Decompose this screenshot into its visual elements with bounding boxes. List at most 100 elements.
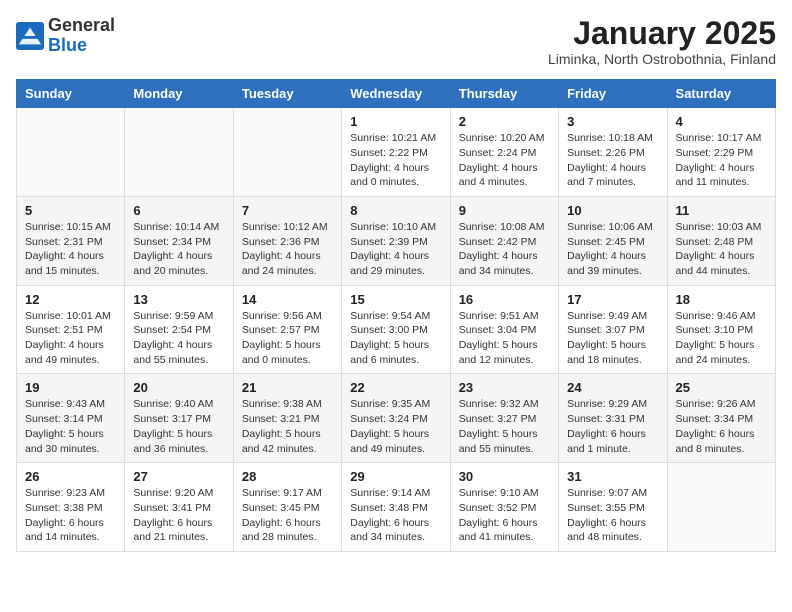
calendar-body: 1 Sunrise: 10:21 AM Sunset: 2:22 PM Dayli… (17, 108, 776, 552)
day-number: 19 (25, 380, 116, 395)
day-number: 17 (567, 292, 658, 307)
day-number: 7 (242, 203, 333, 218)
calendar-cell: 12 Sunrise: 10:01 AM Sunset: 2:51 PM Dayl… (17, 285, 125, 374)
day-number: 23 (459, 380, 550, 395)
week-row-5: 26 Sunrise: 9:23 AM Sunset: 3:38 PM Dayli… (17, 463, 776, 552)
day-info: Sunrise: 10:10 AM Sunset: 2:39 PM Daylig… (350, 220, 441, 279)
col-sunday: Sunday (17, 80, 125, 108)
calendar-cell: 21Sunrise: 9:38 AM Sunset: 3:21 PM Dayli… (233, 374, 341, 463)
day-info: Sunrise: 10:08 AM Sunset: 2:42 PM Daylig… (459, 220, 550, 279)
day-number: 26 (25, 469, 116, 484)
calendar-cell: 9 Sunrise: 10:08 AM Sunset: 2:42 PM Dayli… (450, 196, 558, 285)
day-info: Sunrise: 10:18 AM Sunset: 2:26 PM Daylig… (567, 131, 658, 190)
week-row-3: 12 Sunrise: 10:01 AM Sunset: 2:51 PM Dayl… (17, 285, 776, 374)
calendar-cell: 17 Sunrise: 9:49 AM Sunset: 3:07 PM Dayli… (559, 285, 667, 374)
day-number: 30 (459, 469, 550, 484)
day-number: 15 (350, 292, 441, 307)
col-monday: Monday (125, 80, 233, 108)
calendar-cell: 8 Sunrise: 10:10 AM Sunset: 2:39 PM Dayli… (342, 196, 450, 285)
day-number: 20 (133, 380, 224, 395)
day-info: Sunrise: 9:49 AM Sunset: 3:07 PM Dayligh… (567, 309, 658, 368)
day-info: Sunrise: 10:12 AM Sunset: 2:36 PM Daylig… (242, 220, 333, 279)
calendar-cell: 29 Sunrise: 9:14 AM Sunset: 3:48 PM Dayli… (342, 463, 450, 552)
calendar-cell: 31 Sunrise: 9:07 AM Sunset: 3:55 PM Dayli… (559, 463, 667, 552)
calendar-cell: 4 Sunrise: 10:17 AM Sunset: 2:29 PM Dayli… (667, 108, 775, 197)
calendar-cell: 22 Sunrise: 9:35 AM Sunset: 3:24 PM Dayli… (342, 374, 450, 463)
day-number: 18 (676, 292, 767, 307)
day-info: Sunrise: 10:01 AM Sunset: 2:51 PM Daylig… (25, 309, 116, 368)
month-title: January 2025 (548, 16, 776, 51)
day-info: Sunrise: 9:20 AM Sunset: 3:41 PM Dayligh… (133, 486, 224, 545)
logo: General Blue (16, 16, 115, 56)
header-row: Sunday Monday Tuesday Wednesday Thursday… (17, 80, 776, 108)
day-number: 27 (133, 469, 224, 484)
day-info: Sunrise: 9:29 AM Sunset: 3:31 PM Dayligh… (567, 397, 658, 456)
page-header: General Blue January 2025 Liminka, North… (16, 16, 776, 67)
calendar-cell (667, 463, 775, 552)
calendar-table: Sunday Monday Tuesday Wednesday Thursday… (16, 79, 776, 552)
day-number: 14 (242, 292, 333, 307)
day-number: 12 (25, 292, 116, 307)
day-number: 10 (567, 203, 658, 218)
day-info: Sunrise: 10:06 AM Sunset: 2:45 PM Daylig… (567, 220, 658, 279)
calendar-cell: 14 Sunrise: 9:56 AM Sunset: 2:57 PM Dayli… (233, 285, 341, 374)
logo-general: General (48, 15, 115, 35)
day-info: Sunrise: 9:23 AM Sunset: 3:38 PM Dayligh… (25, 486, 116, 545)
calendar-cell: 24 Sunrise: 9:29 AM Sunset: 3:31 PM Dayli… (559, 374, 667, 463)
day-info: Sunrise: 9:10 AM Sunset: 3:52 PM Dayligh… (459, 486, 550, 545)
calendar-cell (17, 108, 125, 197)
day-number: 31 (567, 469, 658, 484)
day-number: 1 (350, 114, 441, 129)
day-info: Sunrise: 10:17 AM Sunset: 2:29 PM Daylig… (676, 131, 767, 190)
day-info: Sunrise: 9:59 AM Sunset: 2:54 PM Dayligh… (133, 309, 224, 368)
calendar-cell: 2Sunrise: 10:20 AM Sunset: 2:24 PM Dayli… (450, 108, 558, 197)
calendar-cell: 30 Sunrise: 9:10 AM Sunset: 3:52 PM Dayli… (450, 463, 558, 552)
day-info: Sunrise: 9:14 AM Sunset: 3:48 PM Dayligh… (350, 486, 441, 545)
col-friday: Friday (559, 80, 667, 108)
day-number: 9 (459, 203, 550, 218)
day-number: 29 (350, 469, 441, 484)
day-info: Sunrise: 9:32 AM Sunset: 3:27 PM Dayligh… (459, 397, 550, 456)
calendar-cell: 26 Sunrise: 9:23 AM Sunset: 3:38 PM Dayli… (17, 463, 125, 552)
day-number: 22 (350, 380, 441, 395)
day-number: 11 (676, 203, 767, 218)
col-tuesday: Tuesday (233, 80, 341, 108)
calendar-cell: 11 Sunrise: 10:03 AM Sunset: 2:48 PM Dayl… (667, 196, 775, 285)
day-number: 24 (567, 380, 658, 395)
day-number: 8 (350, 203, 441, 218)
day-info: Sunrise: 9:40 AM Sunset: 3:17 PM Dayligh… (133, 397, 224, 456)
day-info: Sunrise: 9:38 AM Sunset: 3:21 PM Dayligh… (242, 397, 333, 456)
day-info: Sunrise: 10:03 AM Sunset: 2:48 PM Daylig… (676, 220, 767, 279)
calendar-cell: 27 Sunrise: 9:20 AM Sunset: 3:41 PM Dayli… (125, 463, 233, 552)
logo-text: General Blue (48, 16, 115, 56)
day-info: Sunrise: 9:35 AM Sunset: 3:24 PM Dayligh… (350, 397, 441, 456)
title-block: January 2025 Liminka, North Ostrobothnia… (548, 16, 776, 67)
day-info: Sunrise: 10:21 AM Sunset: 2:22 PM Daylig… (350, 131, 441, 190)
day-info: Sunrise: 9:07 AM Sunset: 3:55 PM Dayligh… (567, 486, 658, 545)
week-row-4: 19Sunrise: 9:43 AM Sunset: 3:14 PM Dayli… (17, 374, 776, 463)
day-info: Sunrise: 9:46 AM Sunset: 3:10 PM Dayligh… (676, 309, 767, 368)
day-number: 3 (567, 114, 658, 129)
calendar-cell (233, 108, 341, 197)
day-info: Sunrise: 9:56 AM Sunset: 2:57 PM Dayligh… (242, 309, 333, 368)
day-number: 16 (459, 292, 550, 307)
calendar-cell: 13Sunrise: 9:59 AM Sunset: 2:54 PM Dayli… (125, 285, 233, 374)
day-number: 28 (242, 469, 333, 484)
calendar-cell: 5Sunrise: 10:15 AM Sunset: 2:31 PM Dayli… (17, 196, 125, 285)
day-info: Sunrise: 9:26 AM Sunset: 3:34 PM Dayligh… (676, 397, 767, 456)
col-saturday: Saturday (667, 80, 775, 108)
calendar-cell: 10 Sunrise: 10:06 AM Sunset: 2:45 PM Dayl… (559, 196, 667, 285)
day-info: Sunrise: 9:54 AM Sunset: 3:00 PM Dayligh… (350, 309, 441, 368)
calendar-cell: 3 Sunrise: 10:18 AM Sunset: 2:26 PM Dayli… (559, 108, 667, 197)
calendar-cell: 1 Sunrise: 10:21 AM Sunset: 2:22 PM Dayli… (342, 108, 450, 197)
calendar-cell: 16Sunrise: 9:51 AM Sunset: 3:04 PM Dayli… (450, 285, 558, 374)
day-info: Sunrise: 10:20 AM Sunset: 2:24 PM Daylig… (459, 131, 550, 190)
calendar-cell: 23 Sunrise: 9:32 AM Sunset: 3:27 PM Dayli… (450, 374, 558, 463)
day-number: 4 (676, 114, 767, 129)
calendar-cell: 18 Sunrise: 9:46 AM Sunset: 3:10 PM Dayli… (667, 285, 775, 374)
calendar-cell (125, 108, 233, 197)
calendar-cell: 15 Sunrise: 9:54 AM Sunset: 3:00 PM Dayli… (342, 285, 450, 374)
logo-blue: Blue (48, 35, 87, 55)
day-info: Sunrise: 10:15 AM Sunset: 2:31 PM Daylig… (25, 220, 116, 279)
calendar-cell: 6Sunrise: 10:14 AM Sunset: 2:34 PM Dayli… (125, 196, 233, 285)
